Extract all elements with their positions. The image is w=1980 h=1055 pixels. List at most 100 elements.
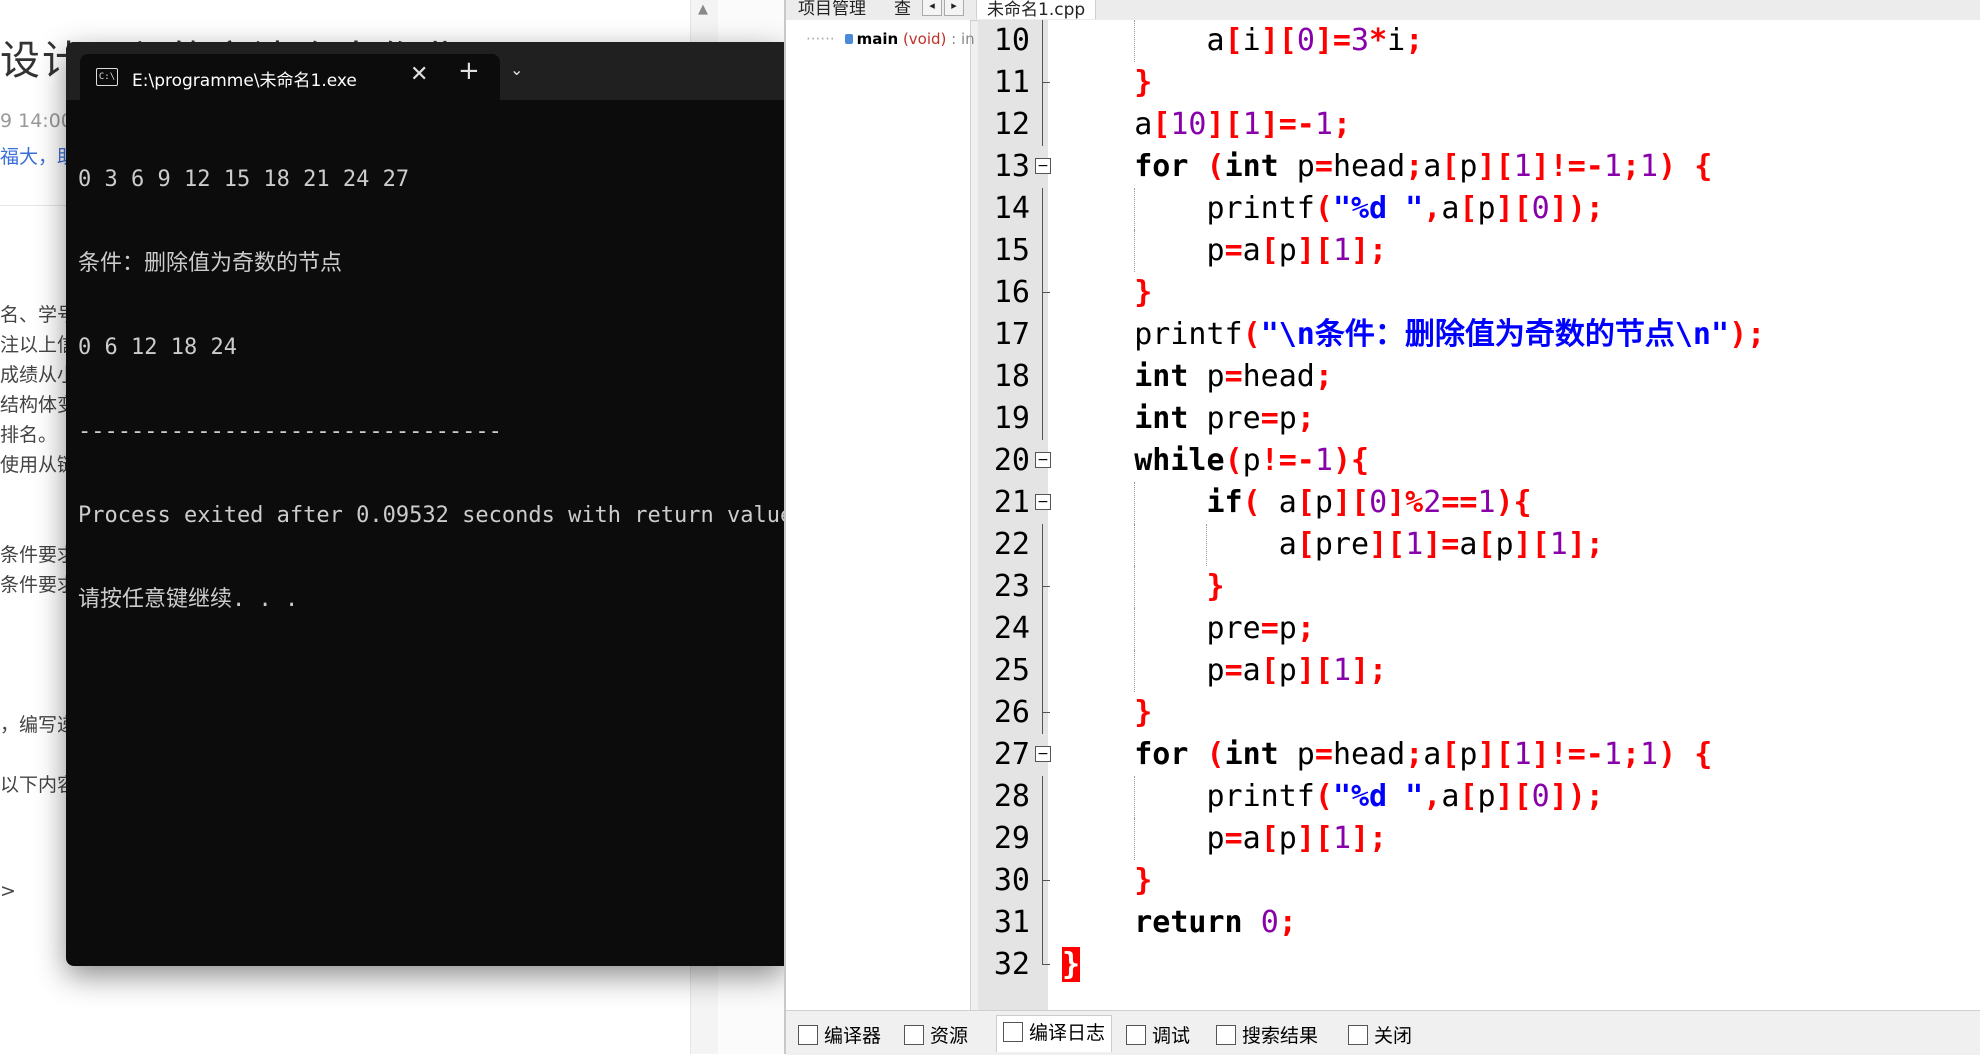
close-tab-icon[interactable]: ✕	[410, 62, 428, 87]
tab-close[interactable]: 关闭	[1348, 1021, 1412, 1048]
code-line[interactable]: 19 int pre=p;	[978, 398, 1980, 440]
console-window[interactable]: C:\ E:\programme\未命名1.exe ✕ + ⌄ 0 3 6 9 …	[66, 42, 784, 966]
code-token: a	[1206, 23, 1225, 58]
code-token: a	[1459, 527, 1478, 562]
article-author-link[interactable]: 福大，助	[0, 142, 76, 169]
code-token: (	[1314, 779, 1333, 814]
fold-toggle-icon[interactable]: −	[1035, 746, 1051, 762]
line-number: 30	[993, 863, 1030, 898]
code-text: a[10][1]=-1;	[1062, 104, 1351, 146]
console-tab[interactable]: C:\ E:\programme\未命名1.exe ✕	[80, 54, 500, 100]
code-line[interactable]: 24 pre=p;	[978, 608, 1980, 650]
code-token: =	[1224, 653, 1243, 688]
tab-search-results[interactable]: 搜索结果	[1216, 1021, 1318, 1048]
code-token: pre	[1206, 611, 1261, 646]
code-token: 1	[1242, 107, 1261, 142]
line-number: 29	[993, 821, 1030, 856]
ide-tab-strip: 项目管理 查 ◂ ▸ 未命名1.cpp	[786, 0, 1980, 21]
line-number: 14	[993, 191, 1030, 226]
fold-line	[1042, 398, 1043, 440]
code-line[interactable]: 30 }	[978, 860, 1980, 902]
code-line[interactable]: 14 printf("%d ",a[p][0]);	[978, 188, 1980, 230]
tree-item-main[interactable]: ······ main (void) : in	[806, 30, 975, 48]
code-token: head	[1332, 149, 1406, 184]
code-line[interactable]: 17 printf("\n条件：删除值为奇数的节点\n");	[978, 314, 1980, 356]
tab-scroll-left-icon[interactable]: ◂	[922, 0, 942, 16]
code-token: );	[1729, 317, 1766, 352]
code-token: ][	[1296, 653, 1333, 688]
code-line[interactable]: 15 p=a[p][1];	[978, 230, 1980, 272]
code-token: =	[1260, 401, 1279, 436]
code-line[interactable]: 32}	[978, 944, 1980, 986]
code-token: =	[1314, 737, 1333, 772]
code-token: ){	[1332, 443, 1370, 478]
tab-compiler[interactable]: 编译器	[798, 1021, 881, 1048]
code-token: p	[1278, 653, 1297, 688]
code-line[interactable]: 23 }	[978, 566, 1980, 608]
line-number: 10	[993, 23, 1030, 58]
tab-class-view[interactable]: 查	[894, 0, 911, 19]
code-token: int	[1224, 149, 1279, 184]
code-token: ][	[1495, 779, 1532, 814]
code-token: p	[1278, 611, 1297, 646]
code-token: a	[1242, 821, 1261, 856]
code-token: ][	[1296, 821, 1333, 856]
code-line[interactable]: 31 return 0;	[978, 902, 1980, 944]
code-line[interactable]: 18 int p=head;	[978, 356, 1980, 398]
code-token: ;	[1296, 611, 1315, 646]
code-token: (	[1224, 443, 1243, 478]
code-line[interactable]: 28 printf("%d ",a[p][0]);	[978, 776, 1980, 818]
fold-end-mark	[1042, 964, 1050, 965]
scroll-up-arrow-icon[interactable]: ▲	[698, 2, 708, 17]
code-editor[interactable]: 10 a[i][0]=3*i; 11 } 12 a[10][1]=-1; 13− fo…	[978, 20, 1980, 1010]
article-text-line: >	[0, 880, 16, 902]
chevron-down-icon[interactable]: ⌄	[510, 60, 523, 79]
tab-resources[interactable]: 资源	[904, 1021, 968, 1048]
code-line[interactable]: 11 }	[978, 62, 1980, 104]
code-line[interactable]: 27− for (int p=head;a[p][1]!=-1;1) {	[978, 734, 1980, 776]
line-number: 24	[993, 611, 1030, 646]
line-number: 17	[993, 317, 1030, 352]
code-token: for	[1134, 149, 1189, 184]
code-line[interactable]: 22 a[pre][1]=a[p][1];	[978, 524, 1980, 566]
code-line[interactable]: 25 p=a[p][1];	[978, 650, 1980, 692]
code-token: p	[1314, 485, 1333, 520]
code-token: {	[1694, 149, 1713, 184]
new-tab-icon[interactable]: +	[458, 58, 480, 84]
code-line[interactable]: 26 }	[978, 692, 1980, 734]
code-text: }	[1062, 860, 1152, 902]
fold-toggle-icon[interactable]: −	[1035, 452, 1051, 468]
code-token: i	[1242, 23, 1261, 58]
code-token: ][	[1477, 149, 1514, 184]
fold-toggle-icon[interactable]: −	[1035, 158, 1051, 174]
code-token: pre	[1314, 527, 1370, 562]
code-line[interactable]: 20− while(p!=-1){	[978, 440, 1980, 482]
tree-connector: ······	[806, 30, 835, 48]
tab-label: 搜索结果	[1242, 1025, 1319, 1047]
tab-source-file[interactable]: 未命名1.cpp	[976, 0, 1097, 20]
code-line[interactable]: 12 a[10][1]=-1;	[978, 104, 1980, 146]
tree-item-type: : in	[946, 30, 975, 48]
code-line[interactable]: 10 a[i][0]=3*i;	[978, 20, 1980, 62]
code-line[interactable]: 16 }	[978, 272, 1980, 314]
code-line[interactable]: 13− for (int p=head;a[p][1]!=-1;1) {	[978, 146, 1980, 188]
tab-project-manager[interactable]: 项目管理	[798, 0, 866, 19]
code-token: (	[1314, 191, 1333, 226]
fold-toggle-icon[interactable]: −	[1035, 494, 1051, 510]
code-line[interactable]: 21− if( a[p][0]%2==1){	[978, 482, 1980, 524]
tab-compile-log[interactable]: 编译日志	[996, 1015, 1113, 1052]
code-token: }	[1134, 65, 1153, 100]
line-number: 15	[993, 233, 1030, 268]
code-line[interactable]: 29 p=a[p][1];	[978, 818, 1980, 860]
terminal-icon: C:\	[96, 68, 118, 86]
code-token: a	[1423, 737, 1442, 772]
bottom-panel-tabs: 编译器 资源 编译日志 调试 搜索结果 关闭	[786, 1010, 1980, 1055]
code-text: a[i][0]=3*i;	[1062, 20, 1424, 62]
tab-debug[interactable]: 调试	[1126, 1021, 1190, 1048]
code-token: a	[1242, 233, 1261, 268]
code-text: int p=head;	[1062, 356, 1333, 398]
tab-scroll-right-icon[interactable]: ▸	[944, 0, 964, 16]
